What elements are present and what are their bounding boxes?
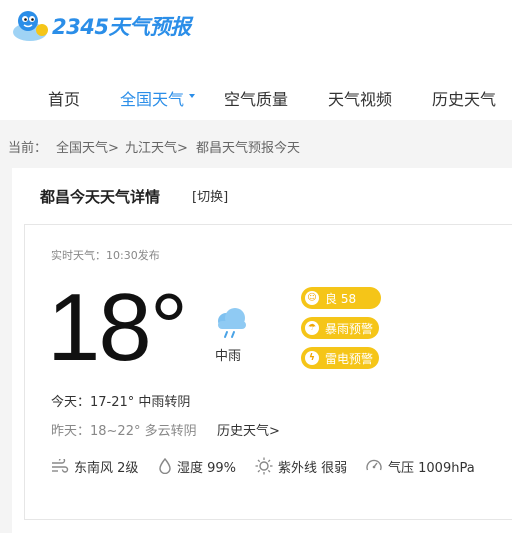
header: 2345天气预报 首页 全国天气 空气质量 天气视频 历史天气 [0,0,512,120]
nav-item-national-weather[interactable]: 全国天气 [120,86,184,110]
aqi-badge[interactable]: ☺ 良 58 [301,287,381,309]
rainstorm-warning-icon: ☂ [305,321,319,335]
breadcrumb-national[interactable]: 全国天气> [56,137,119,156]
switch-city-link[interactable]: [切换] [192,186,228,205]
pressure-value: 气压 1009hPa [388,460,475,476]
aqi-icon: ☺ [305,291,319,305]
rainstorm-warning-badge[interactable]: ☂ 暴雨预警 [301,317,379,339]
wind-icon [52,459,69,473]
current-temperature: 18° [47,274,188,381]
weather-condition: 中雨 [215,349,242,364]
today-forecast: 今天：17-21° 中雨转阴 [51,395,191,410]
nav-item-weather-video[interactable]: 天气视频 [328,86,392,110]
realtime-panel: 实时天气：10:30发布 18° 中雨 ☺ 良 58 ☂ 暴雨预警 ϟ 雷电预警… [24,224,512,520]
droplet-icon [159,458,171,474]
pressure-stat: 气压 1009hPa [365,457,475,476]
nav-item-home[interactable]: 首页 [48,86,80,110]
humidity-stat: 湿度 99% [158,457,237,476]
history-weather-link[interactable]: 历史天气> [217,420,280,439]
main-nav: 首页 全国天气 空气质量 天气视频 历史天气 [0,86,512,110]
thunder-warning-badge[interactable]: ϟ 雷电预警 [301,347,379,369]
lightning-icon: ϟ [305,351,319,365]
card-title: 都昌今天天气详情 [40,188,161,206]
wind-stat: 东南风 2级 [51,457,139,476]
wind-value: 东南风 2级 [74,460,139,476]
rain-cloud-icon [218,308,246,338]
site-logo[interactable]: 2345天气预报 [10,6,191,46]
gauge-icon [366,459,382,471]
breadcrumb: 当前： 全国天气> 九江天气> 都昌天气预报今天 [0,120,512,166]
realtime-label: 实时天气：10:30发布 [51,249,160,262]
breadcrumb-jiujiang[interactable]: 九江天气> [125,137,188,156]
weather-card: 都昌今天天气详情 [切换] 实时天气：10:30发布 18° 中雨 ☺ 良 58… [12,168,512,533]
logo-text: 2345天气预报 [52,15,191,39]
yesterday-weather: 昨天：18~22° 多云转阴 [51,424,197,439]
humidity-value: 湿度 99% [177,460,237,476]
caret-down-icon [189,94,195,98]
breadcrumb-current: 都昌天气预报今天 [196,141,301,156]
breadcrumb-prefix: 当前： [8,141,48,156]
uv-stat: 紫外线 很弱 [255,457,348,476]
rainstorm-warning-label: 暴雨预警 [325,321,374,336]
aqi-badge-label: 良 58 [325,291,357,306]
mascot-icon [13,11,48,41]
sun-icon [255,457,273,475]
thunder-warning-label: 雷电预警 [325,351,374,366]
nav-item-air-quality[interactable]: 空气质量 [224,86,288,110]
nav-item-history-weather[interactable]: 历史天气 [432,86,496,110]
uv-value: 紫外线 很弱 [278,460,348,476]
